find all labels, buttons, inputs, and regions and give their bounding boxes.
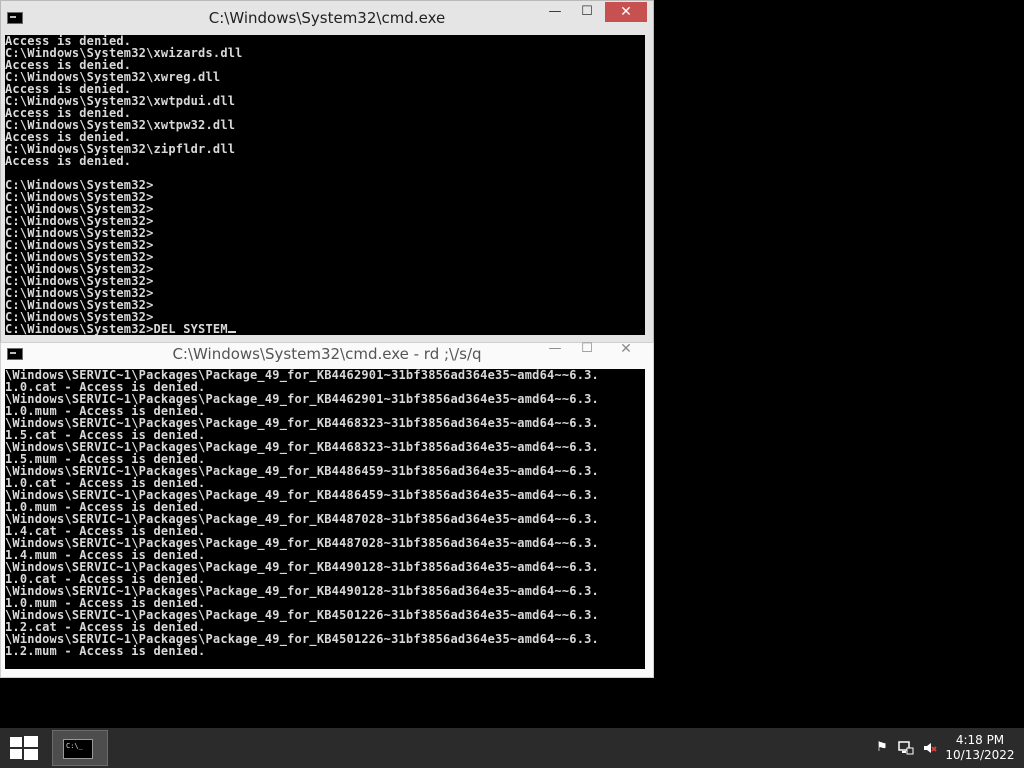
console-line: Access is denied. — [5, 154, 132, 168]
action-center-flag-icon[interactable]: ⚑ — [874, 740, 890, 756]
console-output[interactable]: Access is denied. C:\Windows\System32\xwi… — [5, 35, 645, 335]
network-icon[interactable] — [898, 740, 914, 756]
minimize-button[interactable]: — — [541, 2, 569, 22]
taskbar: ⚑ 4:18 PM 10/13/2022 — [0, 728, 1024, 768]
clock-date: 10/13/2022 — [945, 748, 1015, 762]
close-button[interactable]: ✕ — [605, 2, 647, 22]
title-bar[interactable]: C:\Windows\System32\cmd.exe — ☐ ✕ — [1, 1, 653, 35]
text-cursor — [227, 331, 236, 333]
clock-time: 4:18 PM — [955, 733, 1005, 747]
taskbar-cmd-button[interactable] — [52, 730, 108, 766]
close-button[interactable]: ✕ — [605, 339, 647, 359]
console-prompt-line[interactable]: C:\Windows\System32>DEL SYSTEM — [5, 323, 645, 335]
console-output[interactable]: \Windows\SERVIC~1\Packages\Package_49_fo… — [5, 369, 645, 669]
maximize-button[interactable]: ☐ — [573, 339, 601, 359]
console-line: 1.2.mum - Access is denied. — [5, 644, 206, 658]
maximize-button[interactable]: ☐ — [573, 2, 601, 22]
system-clock[interactable]: 4:18 PM 10/13/2022 — [940, 733, 1020, 763]
cmd-window-top[interactable]: C:\Windows\System32\cmd.exe — ☐ ✕ Access… — [0, 0, 654, 344]
cmd-icon — [63, 739, 93, 759]
prompt-text: C:\Windows\System32>DEL SYSTEM — [5, 322, 228, 335]
volume-muted-icon[interactable] — [922, 740, 938, 756]
cmd-window-bottom[interactable]: C:\Windows\System32\cmd.exe - rd ;\/s/q … — [0, 339, 654, 678]
windows-logo-icon[interactable] — [10, 736, 38, 760]
minimize-button[interactable]: — — [541, 339, 569, 359]
